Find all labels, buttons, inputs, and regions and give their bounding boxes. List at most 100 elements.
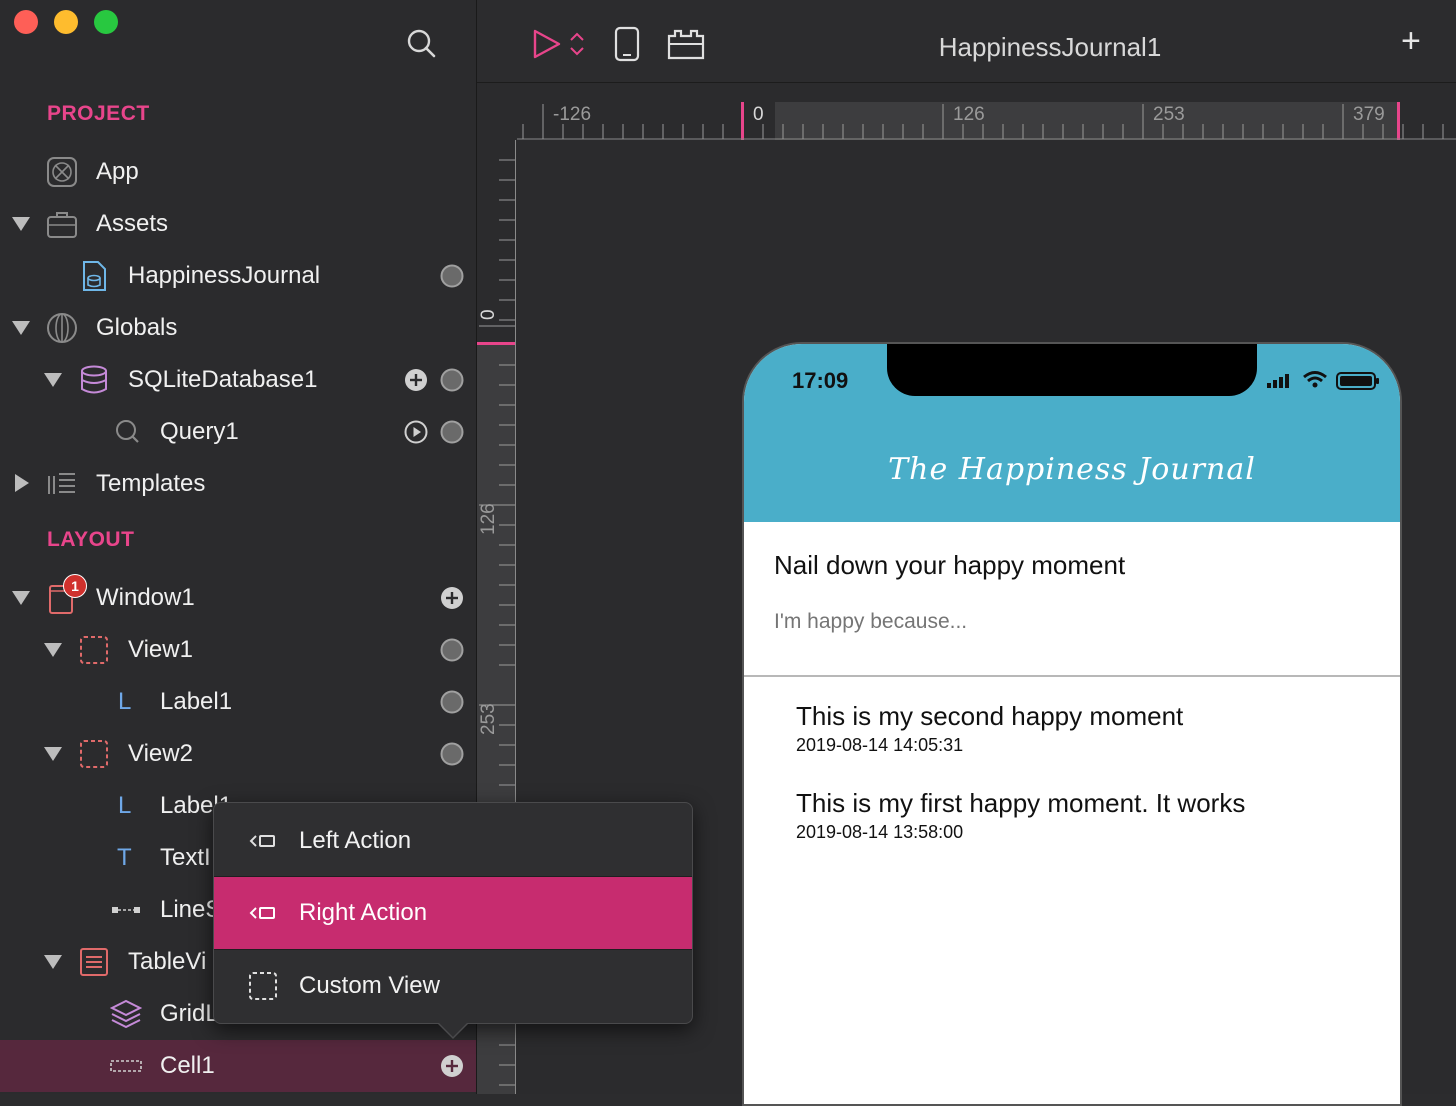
minimize-window-button[interactable]	[54, 10, 78, 34]
menu-item-label: Right Action	[299, 899, 428, 926]
close-window-button[interactable]	[14, 10, 38, 34]
phone-preview[interactable]: 17:09 The Happiness Journal Nail down yo…	[742, 342, 1402, 1106]
wifi-icon	[1303, 371, 1327, 388]
table-icon	[80, 948, 108, 976]
app-icon	[47, 157, 77, 187]
disclosure-triangle-expanded[interactable]	[44, 955, 62, 969]
status-dot-icon[interactable]	[440, 690, 464, 714]
status-dot-icon[interactable]	[440, 368, 464, 392]
status-dot-icon[interactable]	[440, 742, 464, 766]
add-circle-icon[interactable]	[440, 586, 464, 610]
ruler-tick-label: 379	[1353, 104, 1385, 125]
menu-item-right-action[interactable]: Right Action	[214, 877, 692, 949]
sidebar-item-label: Cell1	[160, 1052, 215, 1079]
database-icon	[81, 365, 107, 394]
left-action-icon	[249, 835, 275, 847]
separator-line	[744, 675, 1400, 677]
ruler-tick-label: 0	[478, 309, 499, 320]
sidebar-item-label: Globals	[96, 314, 178, 341]
disclosure-triangle-expanded[interactable]	[44, 643, 62, 657]
custom-view-icon	[249, 972, 277, 1000]
sidebar-item-label: TableVi	[128, 948, 207, 975]
happy-moment-input[interactable]	[774, 606, 1364, 638]
table-row[interactable]: This is my second happy moment 2019-08-1…	[744, 689, 1400, 773]
line-icon	[112, 907, 140, 913]
ruler-tick-label: -126	[553, 104, 592, 125]
layout-section-header: LAYOUT	[47, 528, 135, 551]
ruler-ticks	[517, 104, 1456, 140]
ruler-tick-label: 0	[753, 104, 764, 125]
text-icon: T	[117, 844, 132, 871]
label-icon: L	[118, 688, 132, 715]
menu-item-label: Left Action	[299, 827, 412, 854]
signal-icon	[1267, 374, 1289, 388]
ruler-tick-label: 126	[953, 104, 985, 125]
globe-icon	[47, 313, 77, 343]
cell-icon	[110, 1060, 142, 1072]
sidebar-item-sqlitedatabase1[interactable]: SQLiteDatabase1	[0, 354, 476, 406]
window-title: HappinessJournal1	[938, 32, 1162, 62]
sidebar-item-label: View2	[128, 740, 193, 767]
run-play-icon[interactable]	[531, 28, 565, 60]
status-dot-icon[interactable]	[440, 420, 464, 444]
sidebar-item-view2[interactable]: View2	[0, 728, 476, 780]
sidebar-item-window1[interactable]: 1 Window1	[0, 572, 476, 624]
add-circle-icon[interactable]	[440, 1054, 464, 1078]
view-icon	[80, 636, 108, 664]
sidebar-item-happinessjournal[interactable]: HappinessJournal	[0, 250, 476, 302]
project-section-header: PROJECT	[47, 102, 150, 125]
label-icon: L	[118, 792, 132, 819]
disclosure-triangle-expanded[interactable]	[12, 321, 30, 335]
play-circle-icon[interactable]	[404, 420, 428, 444]
sidebar-item-templates[interactable]: Templates	[0, 458, 476, 510]
entry-date: 2019-08-14 13:58:00	[796, 822, 964, 842]
status-dot-icon[interactable]	[440, 264, 464, 288]
add-button[interactable]: +	[1401, 22, 1421, 61]
disclosure-triangle-expanded[interactable]	[12, 217, 30, 231]
sidebar-item-view1[interactable]: View1	[0, 624, 476, 676]
sidebar-item-label: SQLiteDatabase1	[128, 366, 318, 393]
sidebar-item-assets[interactable]: Assets	[0, 198, 476, 250]
entry-date: 2019-08-14 14:05:31	[796, 735, 964, 755]
menu-item-custom-view[interactable]: Custom View	[214, 950, 692, 1022]
search-icon[interactable]	[406, 28, 436, 58]
disclosure-triangle-expanded[interactable]	[44, 747, 62, 761]
sidebar-item-label: Query1	[160, 418, 239, 445]
sidebar-item-query1[interactable]: Query1	[0, 406, 476, 458]
components-icon[interactable]	[667, 28, 705, 60]
zoom-window-button[interactable]	[94, 10, 118, 34]
disclosure-triangle-expanded[interactable]	[12, 591, 30, 605]
ruler-tick-label: 253	[1153, 104, 1185, 125]
disclosure-triangle-collapsed[interactable]	[15, 474, 29, 492]
search-icon	[116, 420, 139, 443]
ruler-tick-label: 126	[478, 503, 499, 535]
entry-text: This is my first happy moment. It works	[796, 788, 1246, 818]
toolbar: HappinessJournal1 +	[477, 0, 1456, 83]
ruler-tick-label: 253	[478, 703, 499, 735]
status-dot-icon[interactable]	[440, 638, 464, 662]
sidebar-item-label: Label1	[160, 688, 233, 715]
prompt-label: Nail down your happy moment	[774, 550, 1126, 580]
sidebar-item-app[interactable]: App	[0, 146, 476, 198]
phone-device-icon[interactable]	[611, 26, 643, 62]
menu-item-left-action[interactable]: Left Action	[214, 805, 692, 877]
entry-text: This is my second happy moment	[796, 701, 1184, 731]
app-title: The Happiness Journal	[888, 452, 1256, 487]
sidebar-item-cell1[interactable]: Cell1	[0, 1040, 476, 1092]
sidebar-item-label1[interactable]: L Label1	[0, 676, 476, 728]
sidebar-item-label: Templates	[96, 470, 206, 497]
briefcase-icon	[47, 212, 77, 238]
device-selector-chevron-icon[interactable]	[567, 30, 587, 58]
table-row[interactable]: This is my first happy moment. It works …	[744, 776, 1400, 860]
battery-icon	[1336, 372, 1379, 390]
view-icon	[80, 740, 108, 768]
sidebar-item-label: Window1	[96, 584, 195, 611]
disclosure-triangle-expanded[interactable]	[44, 373, 62, 387]
database-file-icon	[83, 261, 106, 291]
sidebar-item-globals[interactable]: Globals	[0, 302, 476, 354]
right-action-icon	[249, 907, 275, 919]
sidebar-item-label: View1	[128, 636, 193, 663]
add-circle-icon[interactable]	[404, 368, 428, 392]
cell-action-popup-menu: Left Action Right Action Custom View	[213, 802, 693, 1024]
error-badge: 1	[63, 574, 87, 598]
